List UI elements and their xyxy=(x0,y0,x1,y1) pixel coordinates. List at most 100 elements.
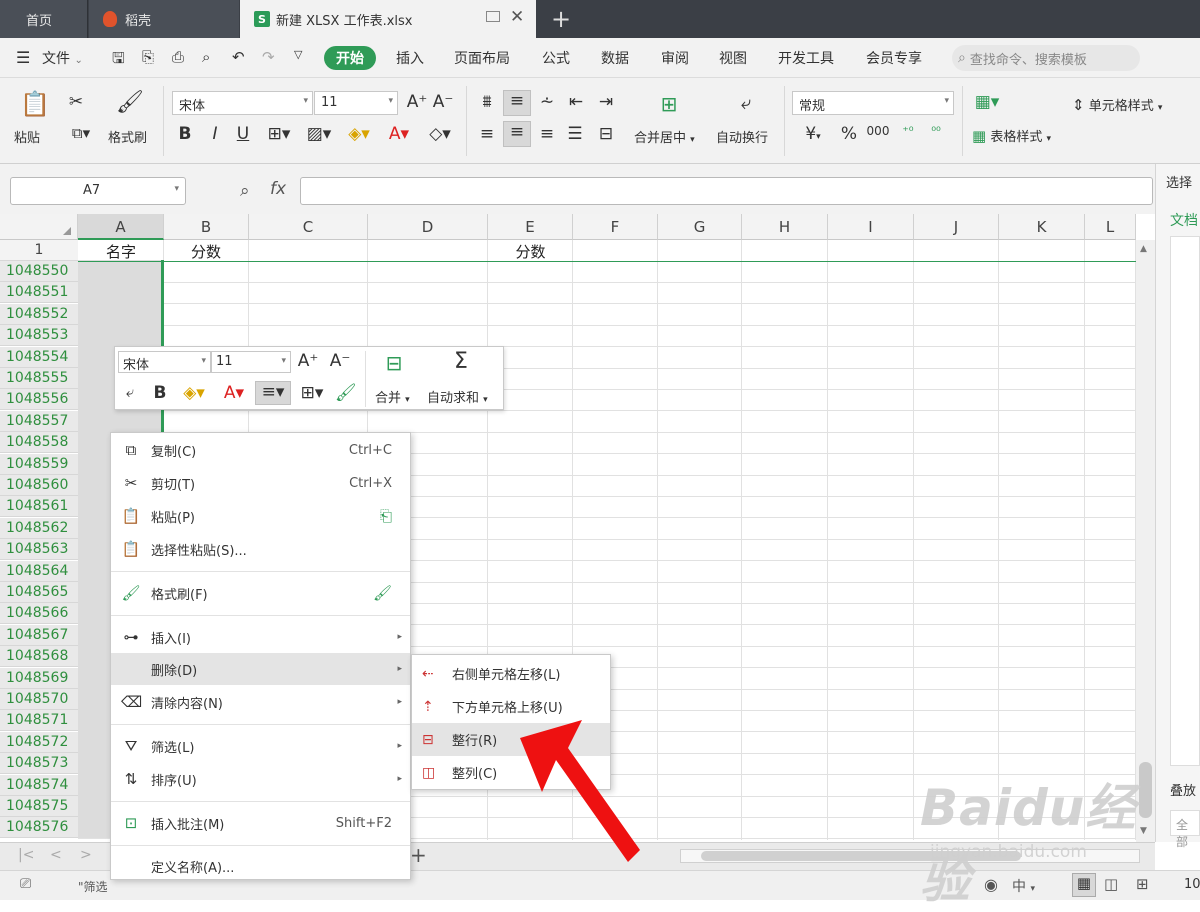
first-sheet-icon[interactable]: |< xyxy=(18,847,34,863)
row-header[interactable]: 1048571 xyxy=(0,710,78,732)
row-header[interactable]: 1048568 xyxy=(0,646,78,668)
close-tab-icon[interactable]: ✕ xyxy=(510,7,524,27)
currency-icon[interactable]: ¥▾ xyxy=(798,124,828,144)
mini-font-color-icon[interactable]: A▾ xyxy=(217,383,251,403)
distributed-icon[interactable]: ⊟ xyxy=(594,124,618,144)
redo-icon[interactable]: ↷ xyxy=(262,48,275,66)
cell-a1[interactable]: 名字 xyxy=(80,241,162,262)
format-painter-label[interactable]: 格式刷 xyxy=(108,127,147,146)
row-header[interactable]: 1048563 xyxy=(0,539,78,561)
align-center-icon[interactable]: ≡ xyxy=(503,121,531,147)
column-header-h[interactable]: H xyxy=(742,214,828,240)
submenu-item-shift-left[interactable]: ⇠ 右侧单元格左移(L) xyxy=(412,657,610,690)
menu-review[interactable]: 审阅 xyxy=(661,48,689,68)
row-header[interactable]: 1048553 xyxy=(0,325,78,347)
mini-merge-icon[interactable]: ⊟ xyxy=(379,351,409,375)
mini-bold-icon[interactable]: B xyxy=(151,383,169,403)
row-header[interactable]: 1048569 xyxy=(0,667,78,689)
mini-wrap-icon[interactable]: ⤶ xyxy=(119,383,141,401)
mini-font-name-select[interactable]: 宋体 ▾ xyxy=(118,351,211,373)
font-size-select[interactable]: 11 ▾ xyxy=(314,91,398,115)
align-bottom-icon[interactable]: ⩪ xyxy=(536,92,558,112)
mini-align-icon[interactable]: ≡▾ xyxy=(255,381,291,405)
row-header[interactable]: 1048559 xyxy=(0,453,78,475)
menu-data[interactable]: 数据 xyxy=(601,48,629,68)
fill-pattern-icon[interactable]: ▨▾ xyxy=(302,124,336,144)
increase-font-icon[interactable]: A⁺ xyxy=(406,92,428,112)
customize-quick-access-icon[interactable]: ▽ xyxy=(294,48,302,61)
menu-insert[interactable]: 插入 xyxy=(396,48,424,68)
table-style-button[interactable]: ▦ 表格样式 ▾ xyxy=(972,126,1051,145)
column-header-i[interactable]: I xyxy=(828,214,914,240)
merge-center-icon[interactable]: ⊞ xyxy=(652,92,686,116)
justify-icon[interactable]: ☰ xyxy=(564,124,586,144)
align-middle-icon[interactable]: ≡ xyxy=(503,90,531,116)
row-header[interactable]: 1048557 xyxy=(0,410,78,432)
column-header-g[interactable]: G xyxy=(658,214,742,240)
row-header[interactable]: 1048574 xyxy=(0,774,78,796)
zoom-search-icon[interactable]: ⌕ xyxy=(240,181,250,201)
context-item-paste[interactable]: 📋 粘贴(P) ⎗ xyxy=(111,500,410,532)
vertical-scrollbar[interactable]: ▲ ▼ xyxy=(1136,240,1155,842)
mini-font-size-select[interactable]: 11 ▾ xyxy=(211,351,291,373)
mini-border-icon[interactable]: ⊞▾ xyxy=(295,383,329,403)
context-item-paste-special[interactable]: 📋 选择性粘贴(S)... xyxy=(111,533,410,565)
sigma-icon[interactable]: Σ xyxy=(447,349,475,374)
font-color-icon[interactable]: A▾ xyxy=(382,124,416,144)
font-name-select[interactable]: 宋体 ▾ xyxy=(172,91,313,115)
side-panel-doc[interactable]: 文档 xyxy=(1170,210,1198,230)
increase-decimal-icon[interactable]: ⁺⁰ xyxy=(896,124,920,138)
context-item-delete[interactable]: 删除(D) ▸ xyxy=(111,653,410,685)
row-header[interactable]: 1048575 xyxy=(0,796,78,817)
column-header-c[interactable]: C xyxy=(249,214,368,240)
context-item-sort[interactable]: ⇅ 排序(U) ▸ xyxy=(111,763,410,795)
window-icon[interactable] xyxy=(486,11,500,22)
row-header[interactable]: 1048550 xyxy=(0,261,78,282)
add-sheet-icon[interactable]: + xyxy=(410,843,427,867)
context-item-comment[interactable]: ⊡ 插入批注(M) Shift+F2 xyxy=(111,807,410,839)
side-panel-all[interactable]: 全部 xyxy=(1170,810,1200,849)
row-header[interactable]: 1048565 xyxy=(0,582,78,603)
cut-icon[interactable]: ✂ xyxy=(64,92,88,112)
thousands-icon[interactable]: 000 xyxy=(866,124,890,138)
context-item-clear[interactable]: ⌫ 清除内容(N) ▸ xyxy=(111,686,410,718)
zoom-level[interactable]: 10 xyxy=(1184,877,1200,892)
mini-format-painter-icon[interactable]: 🖌 xyxy=(335,383,357,403)
context-item-cut[interactable]: ✂ 剪切(T) Ctrl+X xyxy=(111,467,410,499)
row-header[interactable]: 1048566 xyxy=(0,603,78,625)
row-header[interactable]: 1048551 xyxy=(0,282,78,304)
border-icon[interactable]: ⊞▾ xyxy=(262,124,296,144)
cell-e1[interactable]: 分数 xyxy=(488,241,573,262)
merge-center-button[interactable]: 合并居中 ▾ xyxy=(634,127,695,146)
context-item-insert[interactable]: ⊶ 插入(I) ▸ xyxy=(111,621,410,653)
new-tab-icon[interactable]: + xyxy=(548,5,574,33)
clear-format-icon[interactable]: ◇▾ xyxy=(422,124,458,144)
export-icon[interactable]: ⎘ xyxy=(142,48,154,66)
conditional-format-icon[interactable]: ▦▾ xyxy=(970,92,1004,112)
row-header[interactable]: 1048556 xyxy=(0,389,78,411)
decrease-decimal-icon[interactable]: ⁰⁰ xyxy=(924,124,948,138)
name-box[interactable]: A7 ▾ xyxy=(10,177,186,205)
row-header[interactable]: 1048554 xyxy=(0,346,78,368)
row-header[interactable]: 1048560 xyxy=(0,475,78,496)
row-header[interactable]: 1048552 xyxy=(0,303,78,325)
macro-icon[interactable]: ⎚ xyxy=(20,876,31,892)
copy-icon[interactable]: ⧉▾ xyxy=(64,124,98,142)
context-item-define-name[interactable]: 定义名称(A)... xyxy=(111,850,410,882)
italic-icon[interactable]: I xyxy=(206,124,224,144)
column-header-j[interactable]: J xyxy=(914,214,999,240)
paste-icon[interactable]: 📋 xyxy=(20,90,50,120)
command-search[interactable]: ⌕ 查找命令、搜索模板 xyxy=(952,45,1140,71)
fill-color-icon[interactable]: ◈▾ xyxy=(342,124,376,144)
row-header[interactable]: 1048572 xyxy=(0,731,78,753)
context-item-filter[interactable]: ⛛ 筛选(L) ▸ xyxy=(111,730,410,762)
brush-option-icon[interactable]: 🖌 xyxy=(373,584,392,602)
print-preview-icon[interactable]: ⌕ xyxy=(202,48,210,66)
column-header-e[interactable]: E xyxy=(488,214,573,240)
row-header-1[interactable]: 1 xyxy=(0,240,78,261)
mini-decrease-font-icon[interactable]: A⁻ xyxy=(329,351,351,371)
align-top-icon[interactable]: ⩩ xyxy=(476,92,498,112)
submenu-item-shift-up[interactable]: ⇡ 下方单元格上移(U) xyxy=(412,690,610,723)
menu-member[interactable]: 会员专享 xyxy=(866,48,922,68)
row-header[interactable]: 1048561 xyxy=(0,496,78,518)
